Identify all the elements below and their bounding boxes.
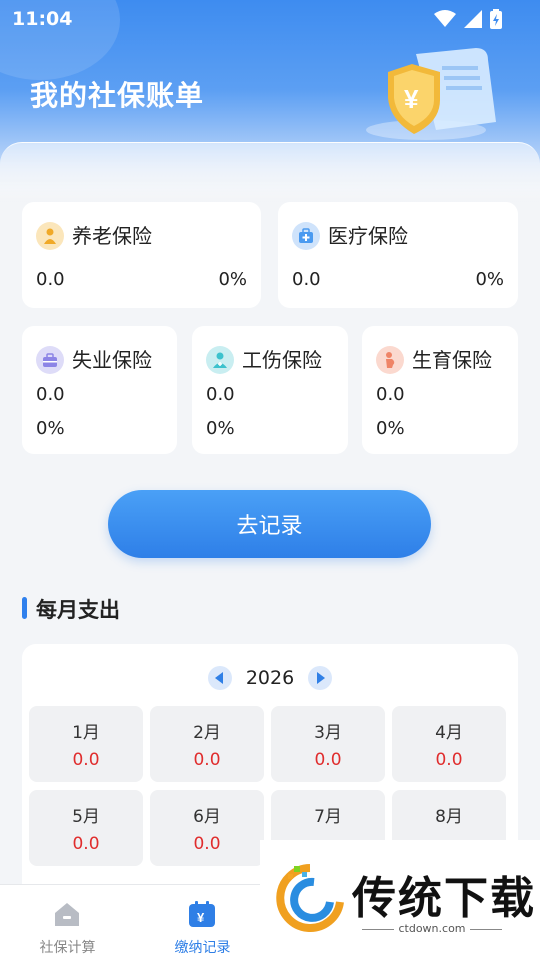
month-label: 5月: [72, 807, 100, 827]
injury-card[interactable]: 工伤保险 0.0 0%: [192, 326, 348, 454]
month-label: 7月: [314, 807, 342, 827]
maternity-card[interactable]: 生育保险 0.0 0%: [362, 326, 518, 454]
pension-card[interactable]: 养老保险 0.0 0%: [22, 202, 261, 308]
injury-name: 工伤保险: [242, 348, 322, 372]
injured-person-icon: [206, 346, 234, 374]
unemployment-name: 失业保险: [72, 348, 152, 372]
maternity-name: 生育保险: [412, 348, 492, 372]
maternity-icon: [376, 346, 404, 374]
page-title: 我的社保账单: [30, 79, 205, 112]
injury-amount: 0.0: [206, 384, 235, 405]
pension-amount: 0.0: [36, 269, 65, 290]
medical-amount: 0.0: [292, 269, 321, 290]
month-cell[interactable]: 6月 0.0: [150, 790, 264, 866]
year-selector: 2026: [22, 664, 518, 692]
watermark-logo: [276, 864, 344, 932]
battery-icon: [490, 9, 502, 29]
shield-document-illustration: ¥: [366, 48, 496, 140]
month-label: 3月: [314, 723, 342, 743]
month-amount: 0.0: [314, 750, 342, 770]
monthly-section-title: 每月支出: [22, 594, 120, 624]
month-cell[interactable]: 3月 0.0: [271, 706, 385, 782]
tab-calculator[interactable]: 社保计算: [0, 885, 135, 960]
pension-name: 养老保险: [72, 224, 152, 248]
signal-icon: [464, 10, 482, 28]
month-amount: 0.0: [193, 750, 221, 770]
caret-left-icon: [214, 672, 223, 684]
next-year-button[interactable]: [308, 666, 333, 690]
unemployment-percent: 0%: [36, 418, 65, 439]
svg-text:¥: ¥: [404, 84, 419, 114]
watermark-brand: 传统下载: [352, 873, 536, 924]
briefcase-icon: [36, 346, 64, 374]
panel-top-edge: [0, 142, 540, 202]
tab-calculator-label: 社保计算: [39, 940, 96, 956]
tab-payment-records[interactable]: ¥ 缴纳记录: [135, 885, 270, 960]
unemployment-card[interactable]: 失业保险 0.0 0%: [22, 326, 177, 454]
month-label: 1月: [72, 723, 100, 743]
month-cell[interactable]: 2月 0.0: [150, 706, 264, 782]
medical-kit-icon: [292, 222, 320, 250]
month-label: 2月: [193, 723, 221, 743]
calendar-yuan-icon: ¥: [189, 901, 215, 927]
medical-card[interactable]: 医疗保险 0.0 0%: [278, 202, 518, 308]
watermark-url: ctdown.com: [352, 922, 512, 935]
unemployment-amount: 0.0: [36, 384, 65, 405]
injury-percent: 0%: [206, 418, 235, 439]
medical-percent: 0%: [475, 269, 504, 290]
month-amount: 0.0: [193, 834, 221, 854]
month-cell[interactable]: 1月 0.0: [29, 706, 143, 782]
month-amount: 0.0: [72, 834, 100, 854]
status-bar: 11:04: [0, 0, 540, 36]
month-label: 8月: [435, 807, 463, 827]
status-icons: [434, 9, 502, 29]
medical-name: 医疗保险: [328, 224, 408, 248]
wifi-icon: [434, 10, 456, 27]
month-cell[interactable]: 5月 0.0: [29, 790, 143, 866]
status-time: 11:04: [12, 8, 73, 30]
year-label: 2026: [245, 667, 295, 689]
month-cell[interactable]: 4月 0.0: [392, 706, 506, 782]
svg-text:¥: ¥: [197, 910, 205, 925]
house-icon: [55, 903, 79, 926]
month-label: 4月: [435, 723, 463, 743]
record-button[interactable]: 去记录: [108, 490, 431, 558]
month-amount: 0.0: [435, 750, 463, 770]
maternity-percent: 0%: [376, 418, 405, 439]
pension-icon: [36, 222, 64, 250]
watermark-overlay: 传统下载 ctdown.com: [260, 840, 540, 960]
month-amount: 0.0: [72, 750, 100, 770]
caret-right-icon: [317, 672, 326, 684]
monthly-title-text: 每月支出: [36, 598, 120, 622]
tab-payment-records-label: 缴纳记录: [174, 940, 231, 956]
pension-percent: 0%: [218, 269, 247, 290]
maternity-amount: 0.0: [376, 384, 405, 405]
prev-year-button[interactable]: [207, 666, 232, 690]
month-label: 6月: [193, 807, 221, 827]
section-accent-bar: [22, 597, 27, 619]
